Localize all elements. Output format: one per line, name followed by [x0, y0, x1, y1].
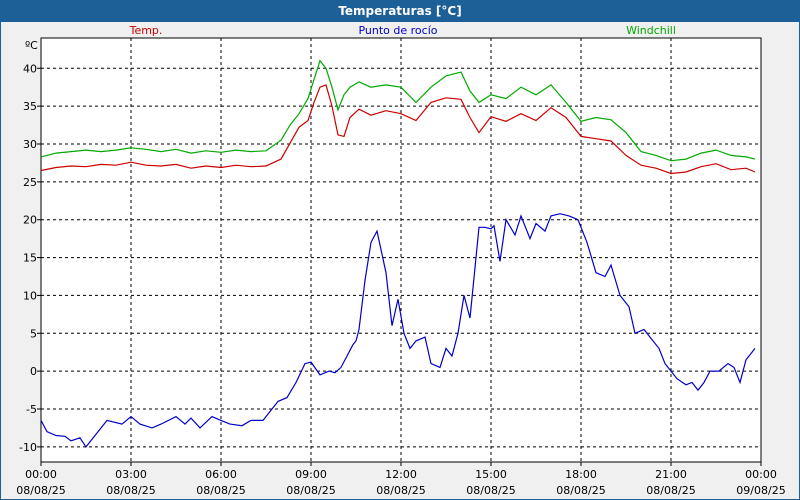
x-tick-date-label: 08/08/25 — [646, 484, 695, 497]
legend-entry: Windchill — [626, 24, 676, 37]
y-tick-label: -5 — [26, 403, 37, 416]
x-tick-date-label: 08/08/25 — [376, 484, 425, 497]
x-tick-date-label: 08/08/25 — [16, 484, 65, 497]
x-tick-time-label: 03:00 — [115, 468, 147, 481]
legend: Temp. Punto de rocío Windchill — [129, 24, 676, 37]
x-tick-time-label: 00:00 — [745, 468, 777, 481]
x-tick-time-label: 00:00 — [25, 468, 57, 481]
y-tick-label: 10 — [23, 289, 37, 302]
y-tick-label: 0 — [30, 365, 37, 378]
y-tick-label: 35 — [23, 100, 37, 113]
legend-entry: Punto de rocío — [358, 24, 437, 37]
y-tick-label: 30 — [23, 138, 37, 151]
x-tick-time-label: 15:00 — [475, 468, 507, 481]
x-tick-date-label: 08/08/25 — [556, 484, 605, 497]
y-tick-label: 15 — [23, 252, 37, 265]
y-tick-label: 20 — [23, 214, 37, 227]
x-tick-date-label: 08/08/25 — [466, 484, 515, 497]
x-tick-time-label: 09:00 — [295, 468, 327, 481]
legend-entry: Temp. — [129, 24, 163, 37]
y-axis-unit-label: ºC — [25, 39, 38, 52]
x-tick-date-label: 08/08/25 — [106, 484, 155, 497]
x-tick-time-label: 21:00 — [655, 468, 687, 481]
x-tick-date-label: 09/08/25 — [736, 484, 785, 497]
temperature-chart: -10 -5 0 5 10 15 20 25 30 35 40 00:00 08/08/25 03:00 0… — [16, 24, 785, 497]
x-tick-date-label: 08/08/25 — [196, 484, 245, 497]
y-tick-label: -10 — [19, 441, 37, 454]
x-tick-time-label: 12:00 — [385, 468, 417, 481]
x-tick-time-label: 06:00 — [205, 468, 237, 481]
x-tick-date-label: 08/08/25 — [286, 484, 335, 497]
y-tick-label: 25 — [23, 176, 37, 189]
y-tick-label: 40 — [23, 62, 37, 75]
x-tick-time-label: 18:00 — [565, 468, 597, 481]
y-tick-label: 5 — [30, 327, 37, 340]
